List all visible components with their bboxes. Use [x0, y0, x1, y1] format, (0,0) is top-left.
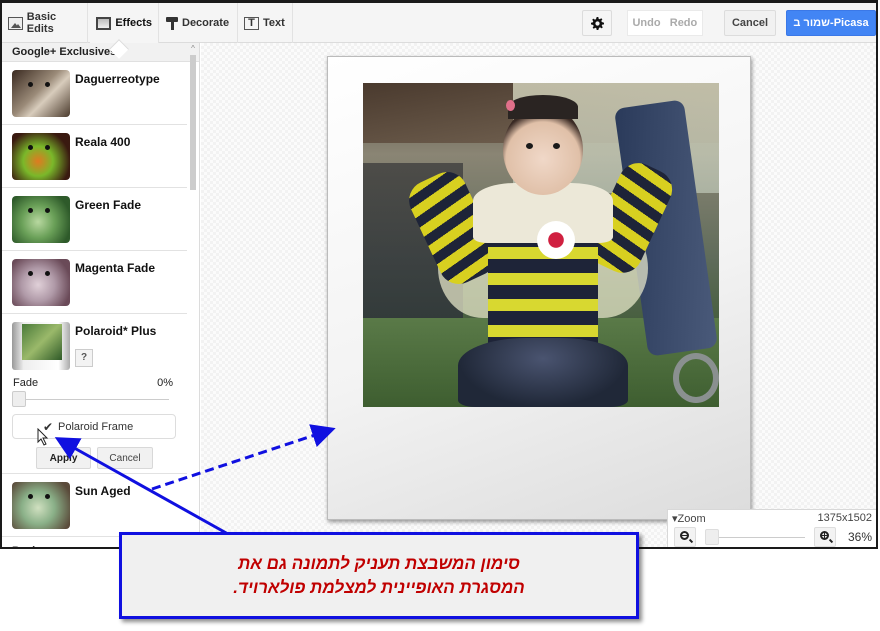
edited-photo[interactable]	[363, 83, 719, 407]
effects-icon	[96, 16, 112, 30]
zoom-in-button[interactable]	[814, 527, 836, 547]
tab-label: Decorate	[182, 17, 230, 29]
zoom-panel: ▾Zoom 1375x1502 36%	[667, 509, 876, 547]
tab-effects[interactable]: Effects	[90, 3, 159, 43]
polaroid-frame	[327, 56, 751, 520]
zoom-slider-track[interactable]	[710, 537, 805, 538]
gear-icon	[590, 16, 604, 30]
fade-slider-handle[interactable]	[12, 391, 26, 407]
fade-label: Fade	[13, 377, 39, 389]
fade-value: 0%	[157, 377, 173, 389]
effect-label: Green Fade	[75, 198, 142, 212]
top-toolbar: Basic Edits Effects Decorate T Text Undo…	[2, 3, 876, 43]
effects-panel: Google+ Exclusives ^ Daguerreotype Reala…	[2, 43, 200, 547]
tab-label: Effects	[115, 17, 152, 29]
effect-label: Sun Aged	[75, 484, 131, 498]
apply-button[interactable]: Apply	[36, 447, 91, 469]
image-canvas	[201, 43, 876, 547]
effect-thumbnail	[12, 259, 70, 306]
text-icon: T	[244, 16, 259, 30]
tab-text[interactable]: T Text	[238, 3, 293, 43]
settings-button[interactable]	[582, 10, 612, 36]
photo-editor-window: Basic Edits Effects Decorate T Text Undo…	[0, 0, 878, 549]
annotation-line-1: סימון המשבצת תעניק לתמונה גם את	[238, 553, 520, 573]
cancel-button[interactable]: Cancel	[724, 10, 776, 36]
zoom-out-button[interactable]	[674, 527, 696, 547]
redo-button[interactable]: Redo	[665, 11, 702, 35]
checkbox-label: Polaroid Frame	[58, 420, 134, 433]
paint-roller-icon	[166, 16, 178, 30]
scroll-thumb[interactable]	[190, 55, 196, 190]
effect-item-daguerreotype[interactable]: Daguerreotype	[2, 62, 187, 125]
effect-item-green-fade[interactable]: Green Fade	[2, 188, 187, 251]
tab-label: Text	[263, 17, 285, 29]
scrollbar[interactable]: ^	[189, 45, 197, 193]
effect-thumbnail[interactable]	[12, 322, 70, 370]
effect-item-polaroid-plus: Polaroid* Plus ? Fade 0% ✔ Polaroid Fram…	[2, 314, 187, 474]
effect-item-reala-400[interactable]: Reala 400	[2, 125, 187, 188]
fade-slider-track[interactable]	[14, 399, 169, 400]
effect-label: Polaroid* Plus	[75, 324, 157, 338]
mouse-cursor-icon	[37, 428, 49, 446]
effect-label: Daguerreotype	[75, 72, 160, 86]
undo-button[interactable]: Undo	[628, 11, 665, 35]
effect-thumbnail	[12, 133, 70, 180]
image-dimensions: 1375x1502	[817, 512, 872, 524]
effect-thumbnail	[12, 196, 70, 243]
effect-item-sun-aged[interactable]: Sun Aged	[2, 474, 187, 537]
effect-thumbnail	[12, 70, 70, 117]
zoom-percent: 36%	[847, 530, 872, 544]
effect-label: Magenta Fade	[75, 261, 156, 275]
zoom-slider-handle[interactable]	[705, 529, 719, 545]
basics-section-heading: Basics	[12, 545, 47, 547]
tab-basic-edits[interactable]: Basic Edits	[2, 3, 88, 43]
section-title: Google+ Exclusives	[2, 43, 199, 62]
tab-decorate[interactable]: Decorate	[160, 3, 238, 43]
effect-thumbnail	[12, 482, 70, 529]
effect-label: Reala 400	[75, 135, 131, 149]
effect-cancel-button[interactable]: Cancel	[97, 447, 153, 469]
undo-redo-group: Undo Redo	[627, 10, 703, 36]
scroll-up-icon[interactable]: ^	[189, 45, 197, 53]
zoom-toggle[interactable]: ▾Zoom	[672, 512, 706, 525]
effect-item-magenta-fade[interactable]: Magenta Fade	[2, 251, 187, 314]
annotation-callout: סימון המשבצת תעניק לתמונה גם את המסגרת ה…	[119, 532, 639, 619]
annotation-line-2: המסגרת האופיינית למצלמת פולארויד.	[233, 577, 525, 597]
save-to-picasa-button[interactable]: שמור ב-Picasa	[786, 10, 876, 36]
basic-edits-icon	[8, 16, 23, 30]
tab-label: Basic Edits	[26, 11, 57, 35]
help-button[interactable]: ?	[75, 349, 93, 367]
